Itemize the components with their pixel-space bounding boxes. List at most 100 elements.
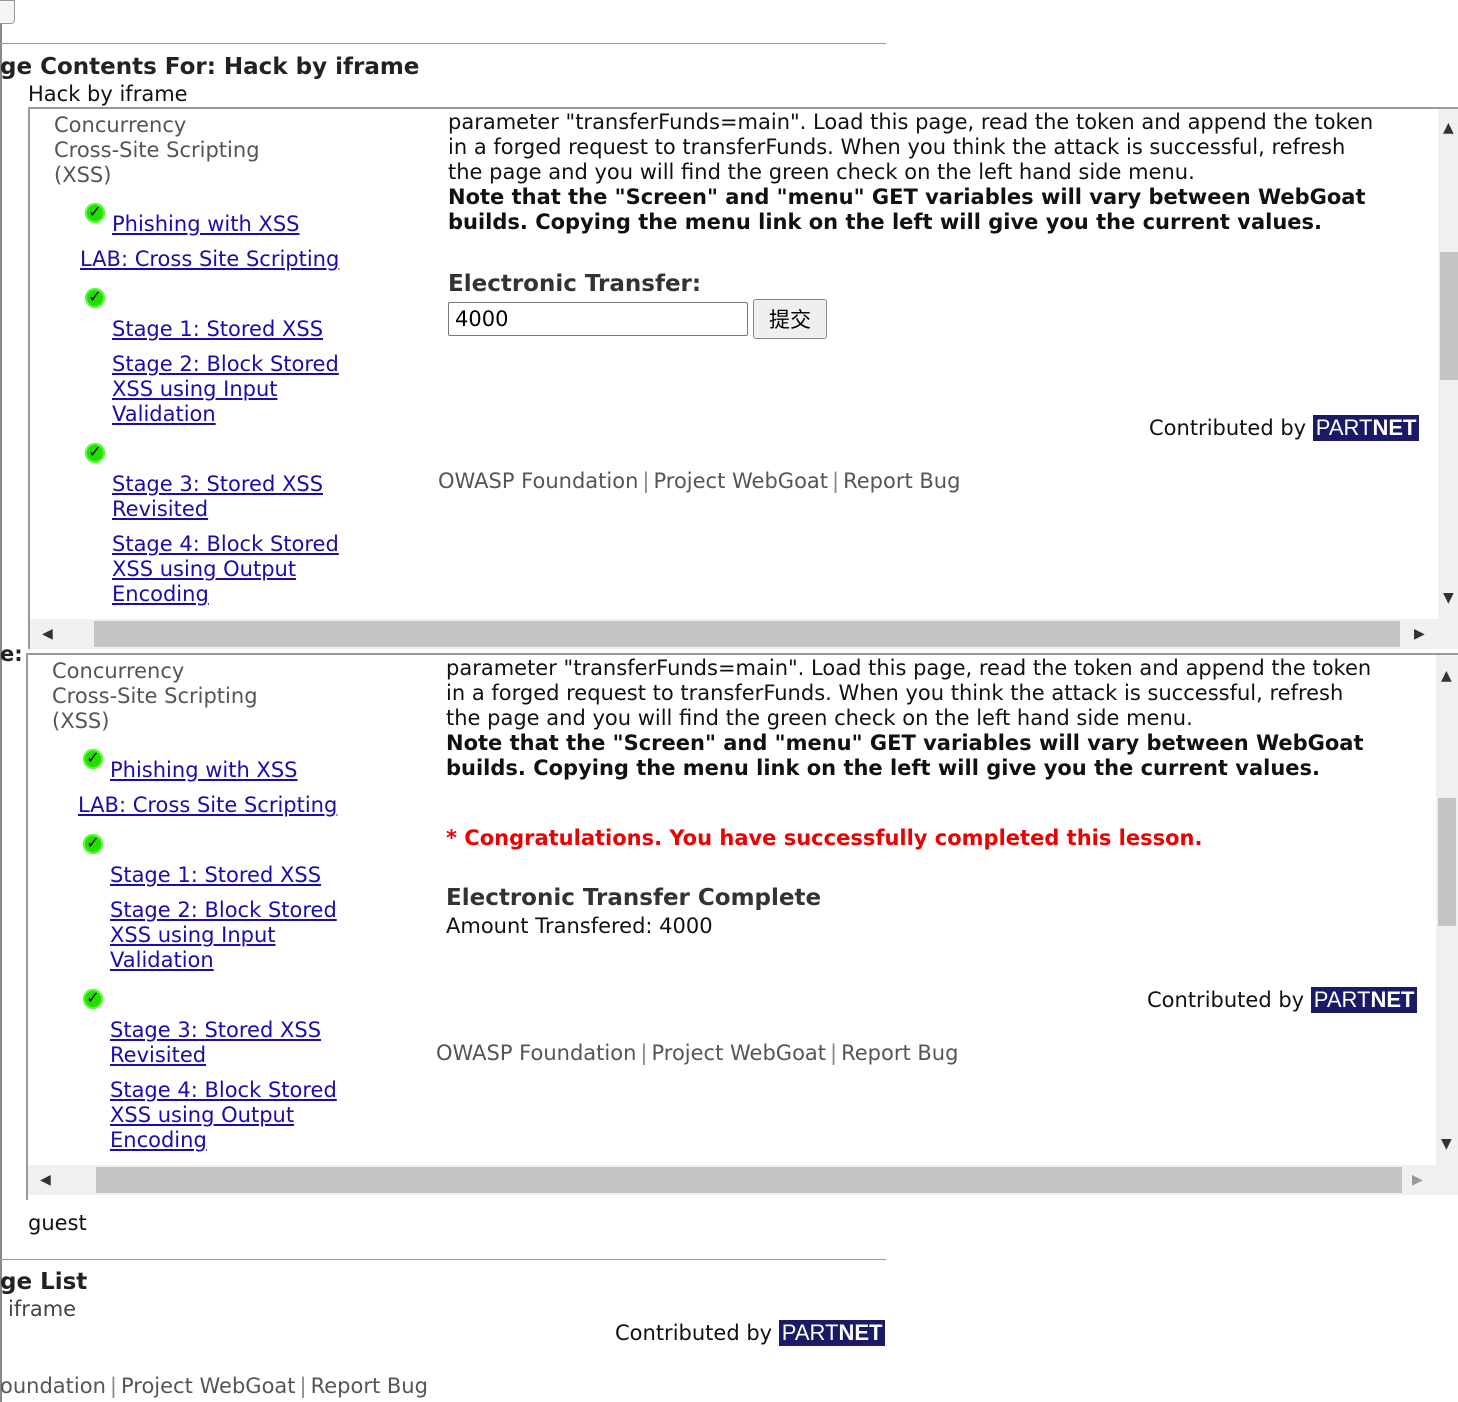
menu-link-lab-xss[interactable]: LAB: Cross Site Scripting [78, 793, 337, 818]
menu-link-stage2-cont[interactable]: XSS using Input [112, 377, 278, 402]
scroll-up-icon[interactable]: ▲ [1443, 121, 1454, 135]
contributed-by: Contributed by PARTNET [1147, 987, 1418, 1013]
scroll-thumb[interactable] [1438, 798, 1456, 926]
scroll-left-icon[interactable]: ◀ [40, 1173, 51, 1187]
lesson-text-line: the page and you will find the green che… [448, 160, 1195, 184]
menu-category-xss[interactable]: Cross-Site Scripting [52, 684, 258, 709]
contributed-by: Contributed by PARTNET [615, 1320, 886, 1346]
list-item[interactable]: iframe [8, 1297, 76, 1321]
menu-link-stage4[interactable]: Stage 4: Block Stored [112, 532, 339, 557]
menu-link-stage3[interactable]: Stage 3: Stored XSS [112, 472, 323, 497]
lesson-note: builds. Copying the menu link on the lef… [446, 756, 1320, 780]
contributed-by-label: Contributed by [615, 1321, 773, 1345]
scroll-right-icon[interactable]: ▶ [1412, 1173, 1423, 1187]
footer-owasp-link[interactable]: OWASP Foundation [436, 1041, 636, 1065]
scroll-thumb[interactable] [94, 621, 1400, 647]
contributed-by-label: Contributed by [1147, 988, 1305, 1012]
menu-link-phishing[interactable]: Phishing with XSS [112, 212, 299, 237]
menu-link-stage1[interactable]: Stage 1: Stored XSS [110, 863, 321, 888]
menu-link-stage4-cont2[interactable]: Encoding [112, 582, 209, 607]
menu-link-stage2-cont[interactable]: XSS using Input [110, 923, 276, 948]
menu-link-stage2[interactable]: Stage 2: Block Stored [110, 898, 337, 923]
iframe-after-submit: Concurrency Cross-Site Scripting (XSS) ✓… [26, 653, 1458, 1200]
lesson-text-line: parameter "transferFunds=main". Load thi… [448, 110, 1374, 134]
partnet-logo[interactable]: PARTNET [1312, 415, 1420, 441]
lesson-note: builds. Copying the menu link on the lef… [448, 210, 1322, 234]
scroll-thumb[interactable] [96, 1167, 1402, 1193]
scroll-down-icon[interactable]: ▼ [1441, 1137, 1452, 1151]
lesson-text-line: in a forged request to transferFunds. Wh… [448, 135, 1346, 159]
menu-link-lab-xss[interactable]: LAB: Cross Site Scripting [80, 247, 339, 272]
scroll-right-icon[interactable]: ▶ [1414, 627, 1425, 641]
footer-bug-link[interactable]: Report Bug [841, 1041, 958, 1065]
lesson-text-line: the page and you will find the green che… [446, 706, 1193, 730]
menu-link-stage2[interactable]: Stage 2: Block Stored [112, 352, 339, 377]
footer-webgoat-link[interactable]: Project WebGoat [121, 1374, 296, 1398]
contributed-by: Contributed by PARTNET [1149, 415, 1420, 441]
menu-category-concurrency[interactable]: Concurrency [52, 659, 184, 684]
footer-bug-link[interactable]: Report Bug [311, 1374, 428, 1398]
completed-check-icon: ✓ [85, 288, 105, 308]
menu-link-stage1[interactable]: Stage 1: Stored XSS [112, 317, 323, 342]
menu-link-phishing[interactable]: Phishing with XSS [110, 758, 297, 783]
lesson-text-line: in a forged request to transferFunds. Wh… [446, 681, 1344, 705]
menu-link-stage4-cont2[interactable]: Encoding [110, 1128, 207, 1153]
page-footer: oundation | Project WebGoat | Report Bug [0, 1374, 428, 1398]
horizontal-scrollbar[interactable]: ◀ ▶ [30, 619, 1458, 649]
lesson-note: Note that the "Screen" and "menu" GET va… [448, 185, 1366, 209]
completed-check-icon: ✓ [85, 203, 105, 223]
menu-link-stage4-cont[interactable]: XSS using Output [110, 1103, 294, 1128]
menu-category-xss-abbr: (XSS) [52, 709, 110, 733]
vertical-scrollbar[interactable]: ▲ ▼ [1438, 109, 1458, 619]
submit-button[interactable]: 提交 [753, 299, 827, 339]
footer-webgoat-link[interactable]: Project WebGoat [651, 1041, 826, 1065]
scroll-down-icon[interactable]: ▼ [1443, 591, 1454, 605]
iframe-before-submit: Concurrency Cross-Site Scripting (XSS) ✓… [28, 107, 1458, 649]
lesson-content: parameter "transferFunds=main". Load thi… [448, 110, 1438, 339]
page-left-border [0, 0, 2, 1402]
divider-bottom [0, 1259, 886, 1260]
lesson-footer: OWASP Foundation | Project WebGoat | Report … [438, 469, 961, 493]
footer-webgoat-link[interactable]: Project WebGoat [653, 469, 828, 493]
lesson-footer: OWASP Foundation | Project WebGoat | Report … [436, 1041, 959, 1065]
completed-check-icon: ✓ [83, 749, 103, 769]
scroll-thumb[interactable] [1440, 252, 1458, 380]
lesson-text-line: parameter "transferFunds=main". Load thi… [446, 656, 1372, 680]
menu-category-concurrency[interactable]: Concurrency [54, 113, 186, 138]
menu-category-xss-abbr: (XSS) [54, 163, 112, 187]
menu-link-stage3[interactable]: Stage 3: Stored XSS [110, 1018, 321, 1043]
completed-check-icon: ✓ [85, 443, 105, 463]
transfer-amount-input[interactable] [448, 302, 748, 336]
amount-transferred-text: Amount Transfered: 4000 [446, 914, 713, 938]
menu-link-stage2-cont2[interactable]: Validation [112, 402, 216, 427]
contributed-by-label: Contributed by [1149, 416, 1307, 440]
footer-bug-link[interactable]: Report Bug [843, 469, 960, 493]
side-label: e: [0, 642, 23, 666]
partnet-logo[interactable]: PARTNET [778, 1320, 886, 1346]
menu-link-stage3-cont[interactable]: Revisited [110, 1043, 206, 1068]
menu-link-stage2-cont2[interactable]: Validation [110, 948, 214, 973]
menu-link-stage4[interactable]: Stage 4: Block Stored [110, 1078, 337, 1103]
lesson-content: parameter "transferFunds=main". Load thi… [446, 656, 1436, 938]
section-subtitle: Hack by iframe [28, 82, 188, 106]
menu-link-stage3-cont[interactable]: Revisited [112, 497, 208, 522]
menu-category-xss[interactable]: Cross-Site Scripting [54, 138, 260, 163]
scroll-left-icon[interactable]: ◀ [42, 627, 53, 641]
transfer-complete-title: Electronic Transfer Complete [446, 885, 822, 911]
congratulations-message: * Congratulations. You have successfully… [446, 826, 1203, 850]
partnet-logo[interactable]: PARTNET [1310, 987, 1418, 1013]
horizontal-scrollbar[interactable]: ◀ ▶ [28, 1165, 1458, 1195]
completed-check-icon: ✓ [83, 989, 103, 1009]
vertical-scrollbar[interactable]: ▲ ▼ [1436, 655, 1458, 1165]
footer-owasp-link[interactable]: oundation [0, 1374, 106, 1398]
collapsed-control[interactable] [0, 0, 15, 24]
transfer-title: Electronic Transfer: [448, 271, 702, 297]
current-user: guest [28, 1211, 87, 1235]
divider-top [0, 43, 886, 44]
scroll-up-icon[interactable]: ▲ [1441, 669, 1452, 683]
completed-check-icon: ✓ [83, 834, 103, 854]
menu-link-stage4-cont[interactable]: XSS using Output [112, 557, 296, 582]
list-title: ge List [0, 1269, 88, 1295]
section-title: ge Contents For: Hack by iframe [0, 54, 420, 80]
footer-owasp-link[interactable]: OWASP Foundation [438, 469, 638, 493]
